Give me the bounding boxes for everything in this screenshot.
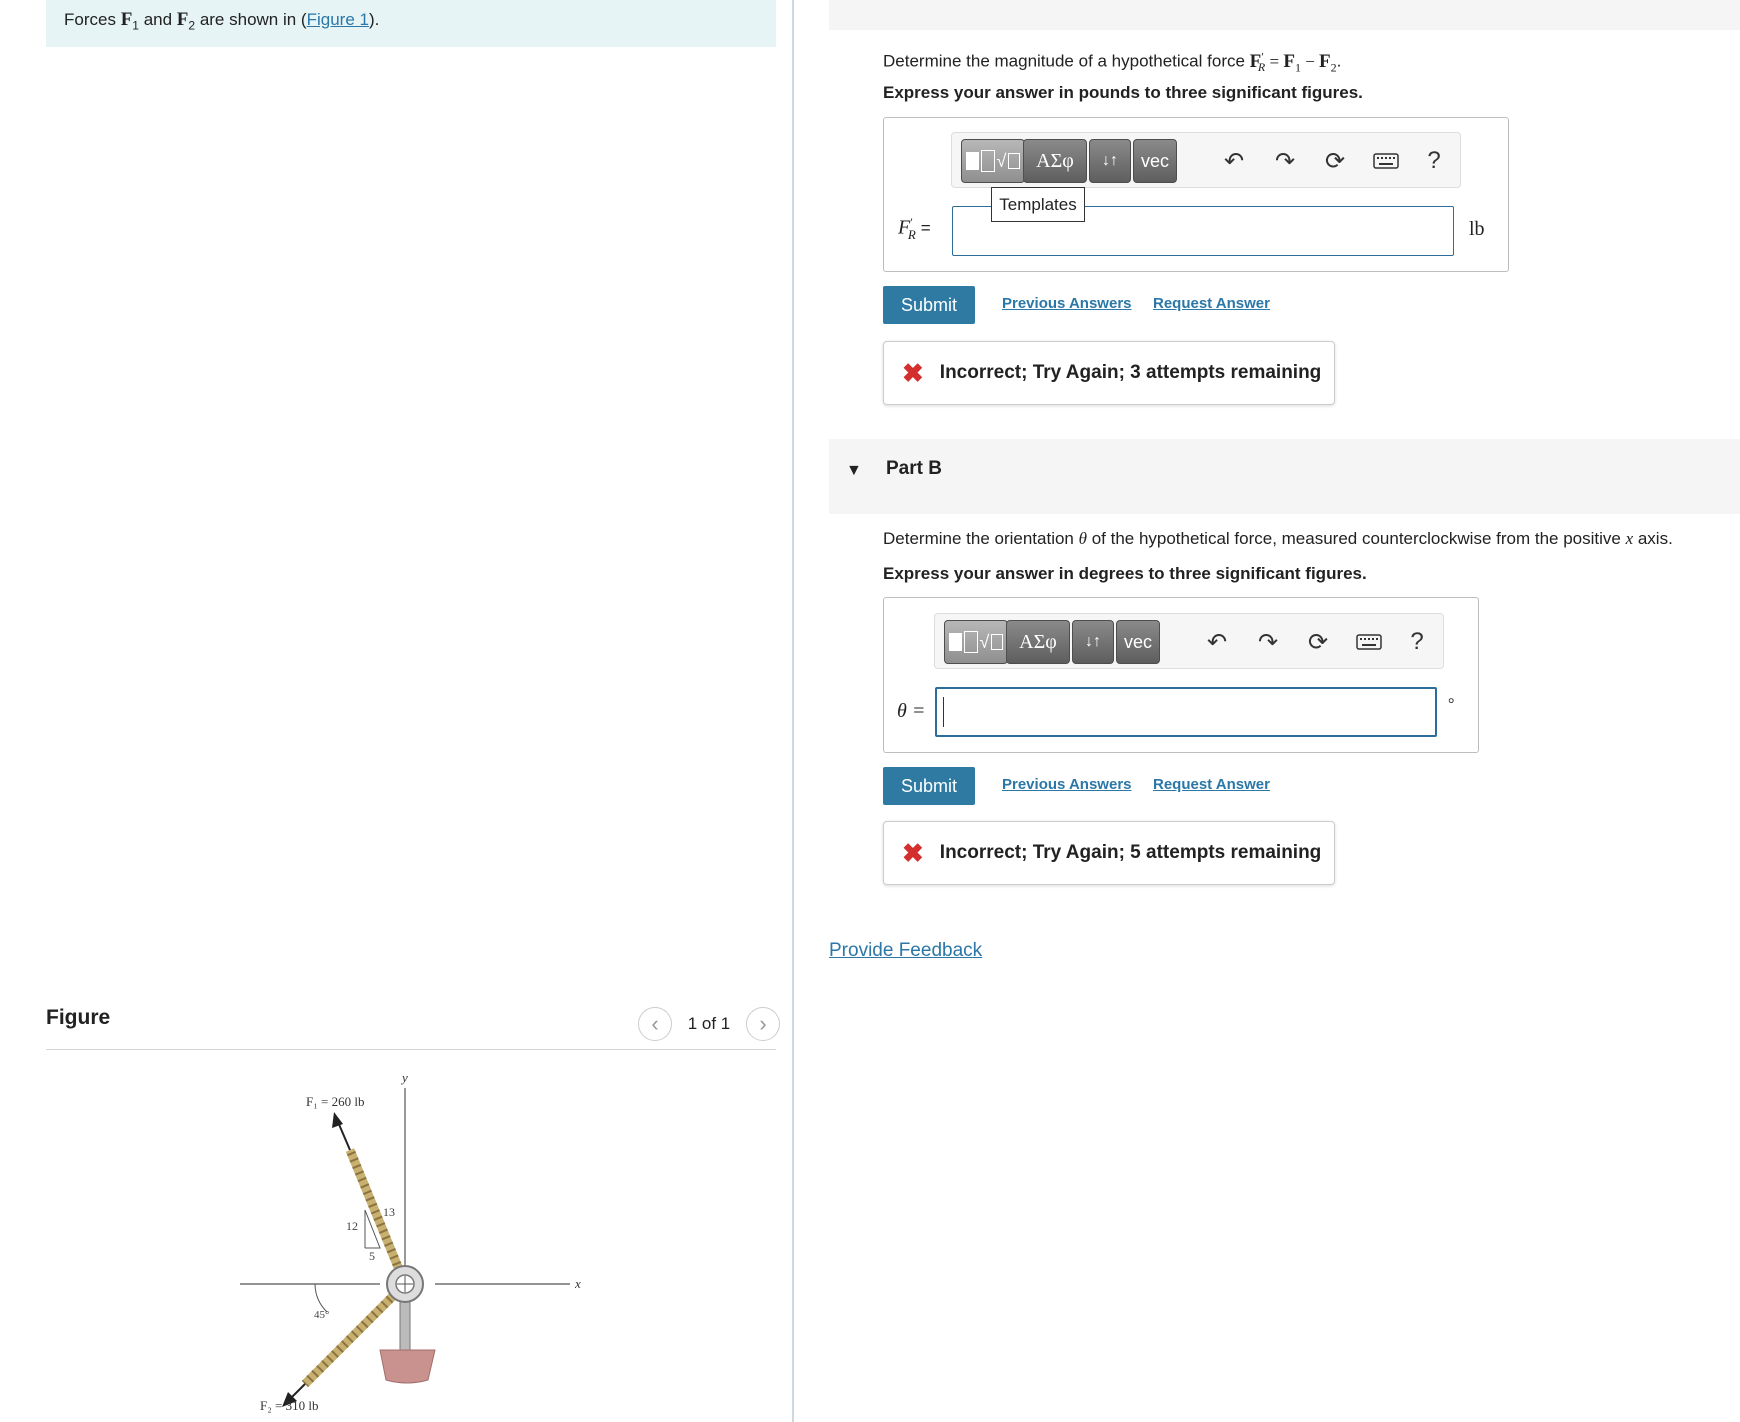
help-button[interactable]: ? (1399, 624, 1435, 660)
angle-arc (314, 1283, 328, 1313)
part-b-feedback-text: Incorrect; Try Again; 5 attempts remaini… (939, 842, 1322, 863)
undo-icon[interactable]: ↶ (1199, 624, 1235, 660)
keyboard-icon[interactable] (1368, 143, 1404, 179)
arrow-f1-head (332, 1112, 343, 1128)
x-symbol: x (1625, 529, 1634, 548)
part-a-question-math: F′R = F1 − F2 (1249, 49, 1337, 75)
intro-text: Forces (64, 10, 121, 29)
next-figure-button[interactable]: › (746, 1007, 780, 1041)
slope-label-5: 5 (369, 1249, 375, 1263)
figure-counter: 1 of 1 (687, 1014, 731, 1033)
chevron-left-icon: ‹ (651, 1011, 659, 1036)
redo-icon[interactable]: ↷ (1267, 143, 1303, 179)
left-pane: Forces F1 and F2 are shown in (Figure 1)… (0, 0, 790, 1422)
part-b-previous-answers-link[interactable]: Previous Answers (1002, 776, 1132, 793)
part-b-unit: ° (1448, 696, 1455, 713)
arrow-f1-shaft (337, 1121, 351, 1151)
part-b-header[interactable] (829, 439, 1740, 514)
part-b-instructions: Express your answer in degrees to three … (883, 564, 1367, 583)
help-button[interactable]: ? (1416, 143, 1452, 179)
part-a-variable-label: F′R = (898, 215, 931, 242)
templates-button[interactable]: √ (944, 620, 1008, 664)
intro-text-mid: are shown in ( (195, 10, 307, 29)
keyboard-icon[interactable] (1351, 624, 1387, 660)
templates-button[interactable]: √ (961, 139, 1025, 183)
part-b-question-text: Determine the orientation (883, 529, 1079, 548)
force-diagram: y x 12 13 5 45° F₁ = 260 lb F₂ = 310 lb (240, 1070, 581, 1413)
greek-symbols-button[interactable]: ΑΣφ (1006, 620, 1070, 664)
part-b-question-suffix: axis. (1633, 529, 1673, 548)
slope-label-12: 12 (346, 1219, 358, 1233)
support-base (379, 1349, 436, 1384)
x-axis-label: x (574, 1276, 581, 1291)
part-b-question-mid: of the hypothetical force, measured coun… (1086, 529, 1626, 548)
part-a-request-answer-link[interactable]: Request Answer (1153, 295, 1270, 312)
part-a-instructions: Express your answer in pounds to three s… (883, 83, 1363, 102)
part-b-title: Part B (886, 458, 942, 479)
vector-button[interactable]: vec (1116, 620, 1160, 664)
chevron-right-icon: › (759, 1011, 767, 1036)
undo-icon[interactable]: ↶ (1216, 143, 1252, 179)
previous-figure-button[interactable]: ‹ (638, 1007, 672, 1041)
figure-divider (46, 1049, 776, 1050)
angle-label: 45° (314, 1309, 329, 1321)
part-a-header-bar (829, 0, 1740, 30)
vector-button[interactable]: vec (1133, 139, 1177, 183)
redo-icon[interactable]: ↷ (1250, 624, 1286, 660)
part-a-toolbar: √ ΑΣφ ↓↑ vec ↶ ↷ ⟳ ? (951, 132, 1461, 188)
figure-pager: ‹ 1 of 1 › (638, 1007, 780, 1041)
part-b-question: Determine the orientation θ of the hypot… (883, 527, 1673, 551)
collapse-caret-icon[interactable]: ▼ (846, 462, 862, 480)
reset-icon[interactable]: ⟳ (1317, 143, 1353, 179)
force-f2-symbol: F (176, 9, 189, 30)
force-f1-subscript: 1 (132, 18, 139, 33)
templates-tooltip: Templates (991, 187, 1085, 222)
force-f1-symbol: F (120, 9, 133, 30)
provide-feedback-link[interactable]: Provide Feedback (829, 940, 982, 962)
part-b-submit-button[interactable]: Submit (883, 767, 975, 805)
theta-symbol: θ (1078, 529, 1087, 548)
reset-icon[interactable]: ⟳ (1300, 624, 1336, 660)
part-b-feedback: ✖ Incorrect; Try Again; 5 attempts remai… (883, 821, 1335, 885)
part-a-submit-button[interactable]: Submit (883, 286, 975, 324)
part-b-answer-box: √ ΑΣφ ↓↑ vec ↶ ↷ ⟳ ? θ = ° (883, 597, 1479, 753)
support-post (399, 1299, 411, 1351)
part-a-unit: lb (1469, 218, 1485, 240)
part-a-feedback: ✖ Incorrect; Try Again; 3 attempts remai… (883, 341, 1335, 405)
part-b-request-answer-link[interactable]: Request Answer (1153, 776, 1270, 793)
text-cursor (943, 697, 944, 727)
arrows-button[interactable]: ↓↑ (1072, 620, 1114, 664)
templates-icon: √ (948, 631, 1004, 653)
part-b-toolbar: √ ΑΣφ ↓↑ vec ↶ ↷ ⟳ ? (934, 613, 1444, 669)
f2-magnitude-label: F₂ = 310 lb (260, 1398, 318, 1413)
part-a-question-text: Determine the magnitude of a hypothetica… (883, 51, 1250, 71)
part-a-question-suffix: . (1336, 51, 1342, 71)
figure-heading: Figure (46, 1006, 111, 1029)
part-a-question: Determine the magnitude of a hypothetica… (883, 44, 1341, 79)
problem-intro: Forces F1 and F2 are shown in (Figure 1)… (46, 0, 776, 47)
f1-magnitude-label: F₁ = 260 lb (306, 1094, 364, 1109)
templates-icon: √ (965, 150, 1021, 172)
figure-link[interactable]: Figure 1 (307, 10, 369, 29)
slope-label-13: 13 (383, 1205, 395, 1219)
part-a-previous-answers-link[interactable]: Previous Answers (1002, 295, 1132, 312)
intro-text-suffix: ). (368, 10, 380, 29)
greek-symbols-button[interactable]: ΑΣφ (1023, 139, 1087, 183)
error-x-icon: ✖ (902, 357, 924, 388)
y-axis-label: y (400, 1070, 408, 1085)
part-a-answer-box: √ ΑΣφ ↓↑ vec ↶ ↷ ⟳ ? F′R = lb (883, 117, 1509, 272)
pane-divider[interactable] (792, 0, 794, 1422)
error-x-icon: ✖ (902, 837, 924, 868)
arrows-button[interactable]: ↓↑ (1089, 139, 1131, 183)
part-a-feedback-text: Incorrect; Try Again; 3 attempts remaini… (939, 362, 1322, 383)
part-b-variable-label: θ = (897, 700, 926, 722)
part-b-answer-input[interactable] (935, 687, 1437, 737)
intro-text-and: and (138, 10, 177, 29)
